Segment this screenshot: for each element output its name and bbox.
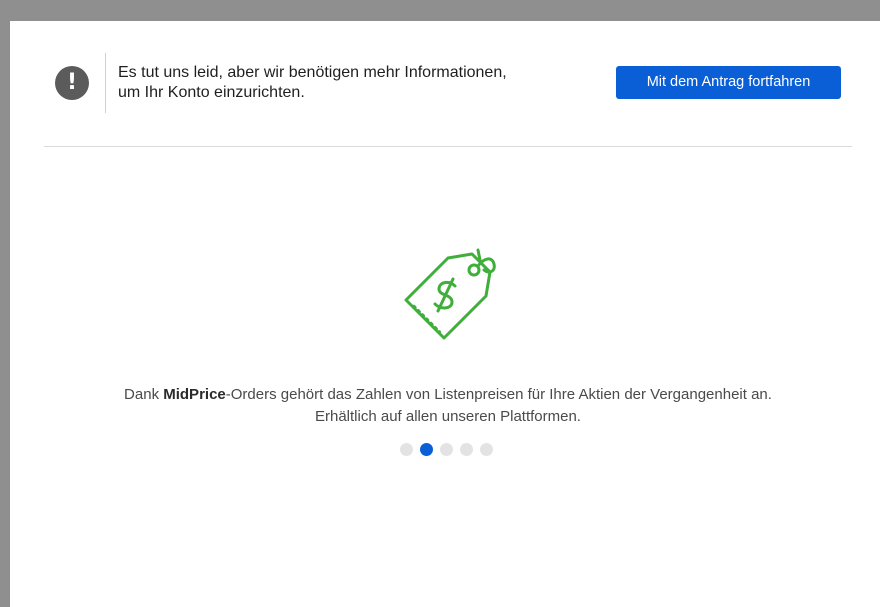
- carousel-dots: [400, 442, 500, 456]
- notice-line-1: Es tut uns leid, aber wir benötigen mehr…: [118, 64, 507, 81]
- window-left-border: [0, 0, 10, 607]
- notice-line-2: um Ihr Konto einzurichten.: [118, 84, 305, 101]
- price-tag-dollar-icon: [404, 248, 496, 340]
- section-divider: [44, 146, 852, 147]
- notice-message: Es tut uns leid, aber wir benötigen mehr…: [118, 63, 588, 103]
- feature-text-prefix: Dank: [124, 386, 164, 403]
- feature-description: Dank MidPrice-Orders gehört das Zahlen v…: [44, 384, 852, 428]
- feature-brand-name: MidPrice: [163, 386, 226, 403]
- feature-line-1: Dank MidPrice-Orders gehört das Zahlen v…: [44, 384, 852, 406]
- carousel-dot[interactable]: [480, 442, 493, 456]
- notice-divider: [105, 53, 106, 113]
- carousel-dot[interactable]: [460, 442, 473, 456]
- carousel-dot[interactable]: [420, 442, 433, 456]
- window-top-border: [0, 0, 880, 21]
- app-window: ! Es tut uns leid, aber wir benötigen me…: [0, 0, 880, 607]
- feature-text-rest: -Orders gehört das Zahlen von Listenprei…: [225, 386, 772, 403]
- info-notice: ! Es tut uns leid, aber wir benötigen me…: [44, 52, 852, 114]
- exclamation-icon: !: [55, 66, 89, 100]
- continue-application-button[interactable]: Mit dem Antrag fortfahren: [616, 66, 841, 99]
- carousel-dot[interactable]: [400, 442, 413, 456]
- carousel-dot[interactable]: [440, 442, 453, 456]
- feature-line-2: Erhältlich auf allen unseren Plattformen…: [315, 408, 581, 425]
